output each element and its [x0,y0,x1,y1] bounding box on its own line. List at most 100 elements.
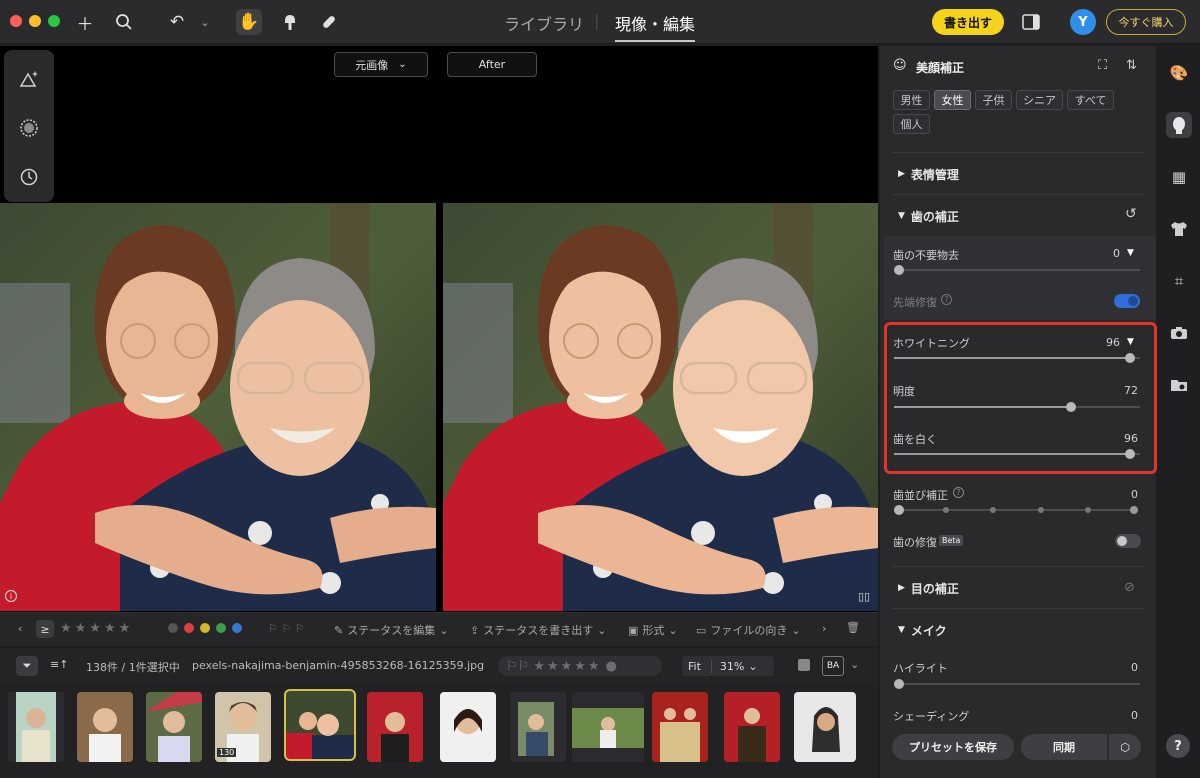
thumbnail[interactable] [794,692,856,762]
tab-develop[interactable]: 現像・編集 [615,11,696,42]
after-view-button[interactable]: After [447,52,537,77]
export-status-button[interactable]: ⇪ ステータスを書き出す ⌄ [470,622,606,638]
tab-library[interactable]: ライブラリ [504,11,584,35]
mask-icon[interactable] [16,115,42,141]
highlight-slider[interactable] [894,679,1140,689]
disabled-edit-icon[interactable]: ⊘ [1124,580,1135,595]
color-label-filter[interactable] [168,623,242,633]
orientation-button[interactable]: ▭ ファイルの向き ⌄ [696,622,801,638]
stain-removal-label: 歯の不要物去 [893,249,959,262]
info-icon[interactable]: i [5,590,17,602]
thumbnail[interactable] [367,692,423,762]
face-switch-icon[interactable]: ⇅ [1126,58,1137,73]
slider-knob[interactable] [894,679,904,689]
buy-now-button[interactable]: 今すぐ購入 [1106,9,1186,35]
panel-toggle-icon[interactable] [1018,9,1044,35]
palette-icon[interactable]: 🎨 [1166,60,1192,86]
scroll-left-icon[interactable]: ‹ [18,622,22,635]
thumbnail[interactable] [8,692,64,762]
rating-stars[interactable]: ★★★★★ [533,659,601,674]
compare-source-label: 元画像 [355,58,389,72]
undo-history-chevron-icon[interactable]: ⌄ [192,9,218,35]
hand-tool-icon[interactable]: ✋ [236,9,262,35]
filter-all[interactable]: すべて [1067,90,1114,110]
color-red-icon [184,623,194,633]
filter-child[interactable]: 子供 [975,90,1012,110]
sort-icon[interactable]: ≡↑ [50,658,68,671]
view-mode-chevron-icon[interactable]: ⌄ [850,658,859,671]
heal-tool-icon[interactable] [316,9,342,35]
maximize-window-button[interactable] [48,15,60,27]
save-preset-button[interactable]: プリセットを保存 [892,734,1014,760]
minimize-window-button[interactable] [29,15,41,27]
divider [892,194,1144,195]
fit-button[interactable]: Fit [682,660,707,673]
section-teeth[interactable]: ▼ 歯の補正 [880,208,1156,224]
close-window-button[interactable] [10,15,22,27]
undo-icon[interactable]: ↶ [164,9,190,35]
thumbnail[interactable] [77,692,133,762]
folder-eye-icon[interactable] [1166,372,1192,398]
ai-adjust-icon[interactable] [16,66,42,92]
tab-divider: | [594,11,600,30]
slider-knob[interactable] [894,505,904,515]
thumbnail[interactable] [652,692,708,762]
thumbnail[interactable] [724,692,780,762]
rating-flag-editor[interactable]: ⚐⚐ ★★★★★ ● [498,656,662,676]
filter-female[interactable]: 女性 [934,90,971,110]
camera-icon[interactable] [1166,320,1192,346]
thumbnail[interactable]: 130 [215,692,271,762]
thumbnail-selected[interactable] [284,689,356,761]
trash-icon[interactable]: 🗑 [846,621,860,634]
scroll-right-icon[interactable]: › [822,622,826,635]
brush-tool-icon[interactable] [277,9,303,35]
sync-settings-icon[interactable]: ⬡ [1109,734,1141,760]
flag-filter-icon[interactable]: ⚐ ⚐ ⚐ [268,622,305,635]
thumbnail[interactable] [572,692,644,762]
texture-icon[interactable]: ▦ [1166,164,1192,190]
filter-icon[interactable]: ⏷ [16,656,38,676]
before-after-view-button[interactable]: BA [822,656,844,676]
thumbnail[interactable] [440,692,496,762]
filter-senior[interactable]: シニア [1016,90,1063,110]
format-button[interactable]: ▣ 形式 ⌄ [628,622,678,638]
sync-button[interactable]: 同期 [1021,734,1107,760]
zoom-level[interactable]: 31% [710,659,744,673]
avatar[interactable]: Y [1070,9,1096,35]
compare-source-select[interactable]: 元画像 ⌄ [334,52,428,77]
slider-knob[interactable] [894,265,904,275]
alignment-slider[interactable] [894,505,1138,515]
stain-removal-slider[interactable] [894,265,1140,275]
section-makeup[interactable]: ▼ メイク [880,622,1156,638]
thumbnail[interactable] [146,692,202,762]
repair-toggle[interactable] [1115,534,1141,548]
export-button[interactable]: 書き出す [932,9,1004,35]
rating-operator[interactable]: ≥ [36,620,54,638]
section-eyes-label: 目の補正 [910,581,959,596]
section-eyes[interactable]: ▶ 目の補正 [880,580,1156,596]
dropdown-icon[interactable]: ▼ [1127,248,1134,258]
rating-stars-filter[interactable]: ★★★★★ [60,621,133,636]
help-button[interactable]: ? [1166,734,1190,758]
filter-male[interactable]: 男性 [893,90,930,110]
reset-icon[interactable]: ↺ [1125,206,1137,222]
info-bar: ⏷ ≡↑ 138件 / 1件選択中 pexels-nakajima-benjam… [0,648,878,684]
search-icon[interactable] [111,9,137,35]
history-icon[interactable] [16,164,42,190]
help-icon[interactable]: ? [953,487,964,498]
tip-repair-toggle[interactable] [1114,294,1140,308]
help-icon[interactable]: ? [941,294,952,305]
clothing-icon[interactable] [1166,216,1192,242]
add-icon[interactable]: ＋ [72,9,98,35]
section-expression[interactable]: ▶ 表情管理 [880,166,1156,182]
face-detect-icon[interactable]: ⛶ [1098,58,1107,73]
filter-individual[interactable]: 個人 [893,114,930,134]
crop-icon[interactable]: ⌗ [1166,268,1192,294]
compare-icon[interactable]: ▯▯ [858,590,870,603]
single-view-icon[interactable] [798,659,810,671]
zoom-control[interactable]: Fit 31% ⌄ [682,656,774,676]
divider [892,152,1144,153]
thumbnail[interactable] [510,692,566,762]
face-retouch-icon[interactable] [1166,112,1192,138]
edit-status-button[interactable]: ✎ ステータスを編集 ⌄ [334,622,448,638]
